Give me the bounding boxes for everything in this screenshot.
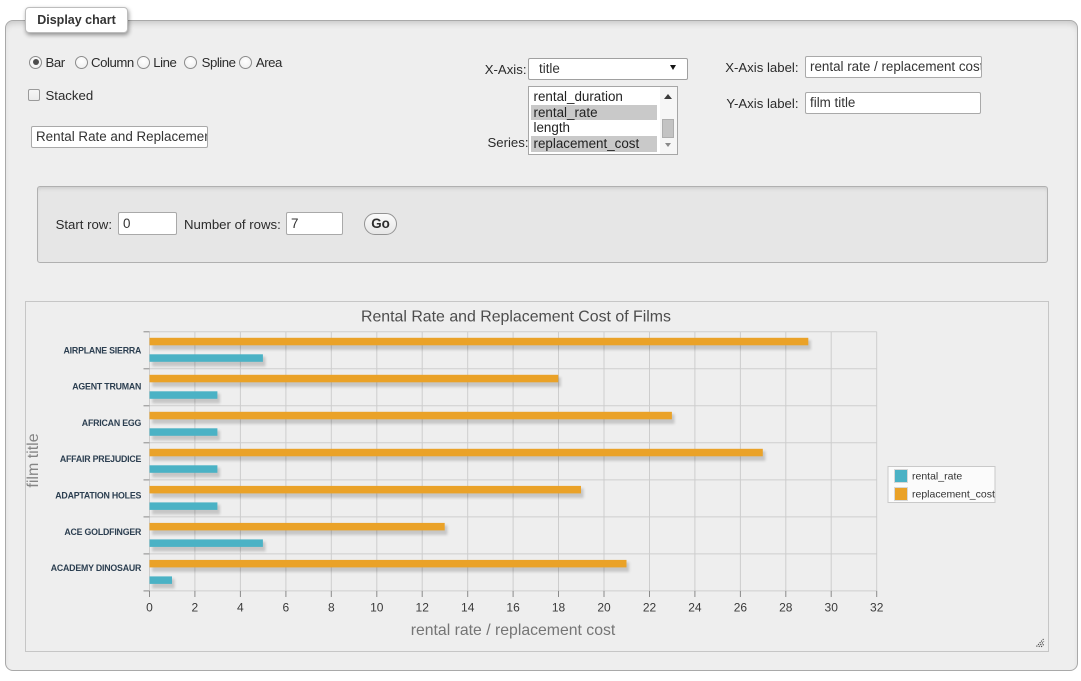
svg-text:ACE GOLDFINGER: ACE GOLDFINGER — [64, 526, 142, 536]
svg-text:18: 18 — [552, 600, 566, 614]
svg-text:AFRICAN EGG: AFRICAN EGG — [82, 417, 142, 427]
svg-text:6: 6 — [283, 600, 290, 614]
svg-text:26: 26 — [734, 600, 748, 614]
svg-text:12: 12 — [416, 600, 430, 614]
svg-text:14: 14 — [461, 600, 475, 614]
svg-text:AIRPLANE SIERRA: AIRPLANE SIERRA — [64, 345, 142, 355]
svg-text:film title: film title — [25, 433, 42, 487]
svg-text:16: 16 — [506, 600, 520, 614]
svg-text:22: 22 — [643, 600, 657, 614]
svg-text:ADAPTATION HOLES: ADAPTATION HOLES — [55, 490, 141, 500]
svg-text:20: 20 — [597, 600, 611, 614]
svg-text:rental_rate: rental_rate — [912, 470, 962, 482]
svg-text:0: 0 — [146, 600, 153, 614]
svg-text:ACADEMY DINOSAUR: ACADEMY DINOSAUR — [51, 563, 142, 573]
svg-text:30: 30 — [825, 600, 839, 614]
svg-text:28: 28 — [779, 600, 793, 614]
svg-text:2: 2 — [192, 600, 199, 614]
svg-text:AGENT TRUMAN: AGENT TRUMAN — [72, 381, 141, 391]
svg-text:AFFAIR PREJUDICE: AFFAIR PREJUDICE — [60, 454, 142, 464]
svg-text:10: 10 — [370, 600, 384, 614]
svg-text:24: 24 — [688, 600, 702, 614]
svg-text:rental rate / replacement cost: rental rate / replacement cost — [411, 622, 616, 639]
svg-text:replacement_cost: replacement_cost — [912, 488, 995, 500]
svg-text:Rental Rate and Replacement Co: Rental Rate and Replacement Cost of Film… — [361, 308, 671, 325]
svg-text:32: 32 — [870, 600, 884, 614]
svg-text:8: 8 — [328, 600, 335, 614]
svg-text:4: 4 — [237, 600, 244, 614]
